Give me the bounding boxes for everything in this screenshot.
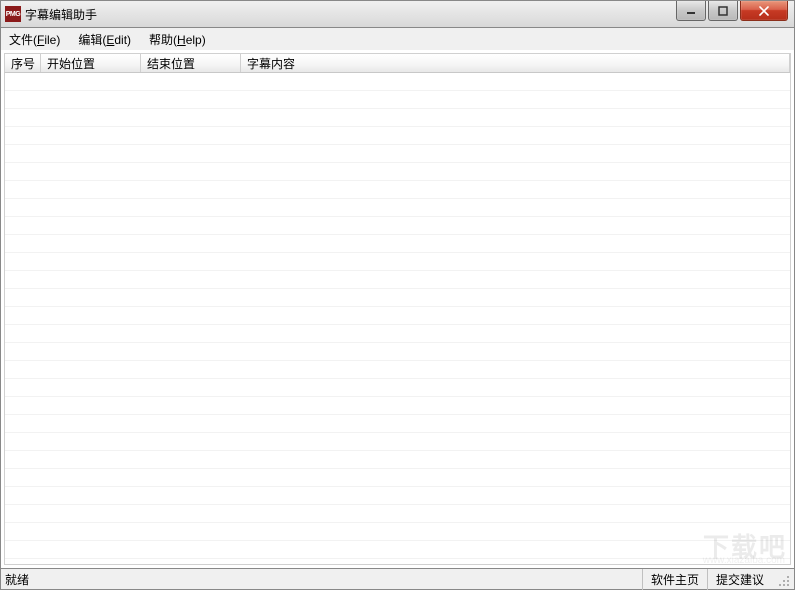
menu-help[interactable]: 帮助(Help) xyxy=(145,29,210,50)
menu-bar: 文件(File) 编辑(Edit) 帮助(Help) xyxy=(0,28,795,50)
close-button[interactable] xyxy=(740,1,788,21)
menu-file-suffix: ile) xyxy=(44,33,60,47)
app-icon: PMG xyxy=(5,6,21,22)
status-bar: 就绪 软件主页 提交建议 xyxy=(0,568,795,590)
column-header-content[interactable]: 字幕内容 xyxy=(241,54,790,72)
menu-file[interactable]: 文件(File) xyxy=(5,29,64,50)
title-bar: PMG 字幕编辑助手 xyxy=(0,0,795,28)
column-header-end[interactable]: 结束位置 xyxy=(141,54,241,72)
menu-edit-prefix: 编辑( xyxy=(78,33,106,47)
status-homepage-link[interactable]: 软件主页 xyxy=(642,569,707,590)
status-feedback-link[interactable]: 提交建议 xyxy=(707,569,772,590)
column-header-seq[interactable]: 序号 xyxy=(5,54,41,72)
window-title: 字幕编辑助手 xyxy=(25,6,97,23)
menu-help-prefix: 帮助( xyxy=(149,33,177,47)
menu-edit-suffix: dit) xyxy=(114,33,131,47)
menu-file-prefix: 文件( xyxy=(9,33,37,47)
menu-help-suffix: elp) xyxy=(186,33,206,47)
menu-help-mnemonic: H xyxy=(177,33,186,47)
resize-grip-icon[interactable] xyxy=(774,571,790,587)
status-ready: 就绪 xyxy=(5,571,642,588)
maximize-button[interactable] xyxy=(708,1,738,21)
client-area: 序号 开始位置 结束位置 字幕内容 xyxy=(0,50,795,568)
table-body[interactable] xyxy=(4,73,791,565)
minimize-button[interactable] xyxy=(676,1,706,21)
table-header: 序号 开始位置 结束位置 字幕内容 xyxy=(4,53,791,73)
window-controls xyxy=(676,1,794,21)
menu-edit[interactable]: 编辑(Edit) xyxy=(74,29,135,50)
column-header-start[interactable]: 开始位置 xyxy=(41,54,141,72)
